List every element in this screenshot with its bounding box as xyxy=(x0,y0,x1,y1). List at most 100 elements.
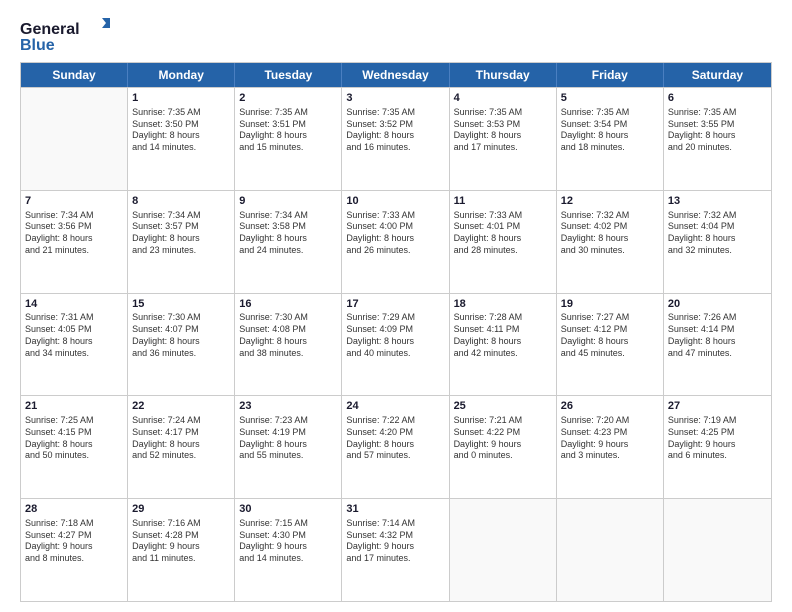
cell-info: Sunrise: 7:22 AMSunset: 4:20 PMDaylight:… xyxy=(346,415,444,462)
calendar-cell xyxy=(664,499,771,601)
cell-info: Sunrise: 7:33 AMSunset: 4:00 PMDaylight:… xyxy=(346,210,444,257)
header-day-thursday: Thursday xyxy=(450,63,557,87)
day-number: 28 xyxy=(25,502,123,517)
day-number: 10 xyxy=(346,194,444,209)
logo: General Blue xyxy=(20,16,110,56)
day-number: 13 xyxy=(668,194,767,209)
cell-info: Sunrise: 7:34 AMSunset: 3:58 PMDaylight:… xyxy=(239,210,337,257)
header-day-wednesday: Wednesday xyxy=(342,63,449,87)
cell-info: Sunrise: 7:25 AMSunset: 4:15 PMDaylight:… xyxy=(25,415,123,462)
cell-info: Sunrise: 7:19 AMSunset: 4:25 PMDaylight:… xyxy=(668,415,767,462)
calendar-cell: 10Sunrise: 7:33 AMSunset: 4:00 PMDayligh… xyxy=(342,191,449,293)
day-number: 31 xyxy=(346,502,444,517)
calendar-cell xyxy=(557,499,664,601)
calendar-cell: 3Sunrise: 7:35 AMSunset: 3:52 PMDaylight… xyxy=(342,88,449,190)
day-number: 17 xyxy=(346,297,444,312)
calendar-week-1: 1Sunrise: 7:35 AMSunset: 3:50 PMDaylight… xyxy=(21,87,771,190)
calendar-cell: 1Sunrise: 7:35 AMSunset: 3:50 PMDaylight… xyxy=(128,88,235,190)
calendar-cell: 13Sunrise: 7:32 AMSunset: 4:04 PMDayligh… xyxy=(664,191,771,293)
day-number: 27 xyxy=(668,399,767,414)
day-number: 19 xyxy=(561,297,659,312)
cell-info: Sunrise: 7:35 AMSunset: 3:51 PMDaylight:… xyxy=(239,107,337,154)
cell-info: Sunrise: 7:23 AMSunset: 4:19 PMDaylight:… xyxy=(239,415,337,462)
cell-info: Sunrise: 7:34 AMSunset: 3:56 PMDaylight:… xyxy=(25,210,123,257)
day-number: 21 xyxy=(25,399,123,414)
day-number: 3 xyxy=(346,91,444,106)
day-number: 11 xyxy=(454,194,552,209)
calendar-week-3: 14Sunrise: 7:31 AMSunset: 4:05 PMDayligh… xyxy=(21,293,771,396)
day-number: 12 xyxy=(561,194,659,209)
calendar-cell: 24Sunrise: 7:22 AMSunset: 4:20 PMDayligh… xyxy=(342,396,449,498)
day-number: 29 xyxy=(132,502,230,517)
cell-info: Sunrise: 7:24 AMSunset: 4:17 PMDaylight:… xyxy=(132,415,230,462)
cell-info: Sunrise: 7:14 AMSunset: 4:32 PMDaylight:… xyxy=(346,518,444,565)
calendar-cell: 30Sunrise: 7:15 AMSunset: 4:30 PMDayligh… xyxy=(235,499,342,601)
day-number: 9 xyxy=(239,194,337,209)
cell-info: Sunrise: 7:31 AMSunset: 4:05 PMDaylight:… xyxy=(25,312,123,359)
calendar-cell: 16Sunrise: 7:30 AMSunset: 4:08 PMDayligh… xyxy=(235,294,342,396)
day-number: 14 xyxy=(25,297,123,312)
day-number: 2 xyxy=(239,91,337,106)
calendar-cell: 18Sunrise: 7:28 AMSunset: 4:11 PMDayligh… xyxy=(450,294,557,396)
day-number: 25 xyxy=(454,399,552,414)
cell-info: Sunrise: 7:34 AMSunset: 3:57 PMDaylight:… xyxy=(132,210,230,257)
cell-info: Sunrise: 7:20 AMSunset: 4:23 PMDaylight:… xyxy=(561,415,659,462)
svg-text:General: General xyxy=(20,21,80,38)
day-number: 18 xyxy=(454,297,552,312)
day-number: 26 xyxy=(561,399,659,414)
cell-info: Sunrise: 7:32 AMSunset: 4:04 PMDaylight:… xyxy=(668,210,767,257)
cell-info: Sunrise: 7:35 AMSunset: 3:53 PMDaylight:… xyxy=(454,107,552,154)
calendar-cell xyxy=(21,88,128,190)
day-number: 5 xyxy=(561,91,659,106)
cell-info: Sunrise: 7:18 AMSunset: 4:27 PMDaylight:… xyxy=(25,518,123,565)
calendar-cell: 27Sunrise: 7:19 AMSunset: 4:25 PMDayligh… xyxy=(664,396,771,498)
day-number: 16 xyxy=(239,297,337,312)
cell-info: Sunrise: 7:35 AMSunset: 3:54 PMDaylight:… xyxy=(561,107,659,154)
calendar-cell: 31Sunrise: 7:14 AMSunset: 4:32 PMDayligh… xyxy=(342,499,449,601)
calendar-week-5: 28Sunrise: 7:18 AMSunset: 4:27 PMDayligh… xyxy=(21,498,771,601)
calendar-cell: 4Sunrise: 7:35 AMSunset: 3:53 PMDaylight… xyxy=(450,88,557,190)
svg-text:Blue: Blue xyxy=(20,37,55,54)
day-number: 8 xyxy=(132,194,230,209)
cell-info: Sunrise: 7:35 AMSunset: 3:55 PMDaylight:… xyxy=(668,107,767,154)
calendar-cell: 21Sunrise: 7:25 AMSunset: 4:15 PMDayligh… xyxy=(21,396,128,498)
day-number: 30 xyxy=(239,502,337,517)
calendar-cell: 9Sunrise: 7:34 AMSunset: 3:58 PMDaylight… xyxy=(235,191,342,293)
header-day-friday: Friday xyxy=(557,63,664,87)
cell-info: Sunrise: 7:29 AMSunset: 4:09 PMDaylight:… xyxy=(346,312,444,359)
cell-info: Sunrise: 7:21 AMSunset: 4:22 PMDaylight:… xyxy=(454,415,552,462)
calendar-cell: 7Sunrise: 7:34 AMSunset: 3:56 PMDaylight… xyxy=(21,191,128,293)
calendar-week-4: 21Sunrise: 7:25 AMSunset: 4:15 PMDayligh… xyxy=(21,395,771,498)
day-number: 23 xyxy=(239,399,337,414)
calendar-cell: 14Sunrise: 7:31 AMSunset: 4:05 PMDayligh… xyxy=(21,294,128,396)
day-number: 22 xyxy=(132,399,230,414)
calendar-cell: 11Sunrise: 7:33 AMSunset: 4:01 PMDayligh… xyxy=(450,191,557,293)
header: General Blue xyxy=(20,16,772,56)
day-number: 6 xyxy=(668,91,767,106)
day-number: 4 xyxy=(454,91,552,106)
day-number: 24 xyxy=(346,399,444,414)
header-day-saturday: Saturday xyxy=(664,63,771,87)
calendar-cell: 15Sunrise: 7:30 AMSunset: 4:07 PMDayligh… xyxy=(128,294,235,396)
cell-info: Sunrise: 7:28 AMSunset: 4:11 PMDaylight:… xyxy=(454,312,552,359)
calendar-cell xyxy=(450,499,557,601)
calendar-cell: 12Sunrise: 7:32 AMSunset: 4:02 PMDayligh… xyxy=(557,191,664,293)
day-number: 20 xyxy=(668,297,767,312)
day-number: 7 xyxy=(25,194,123,209)
calendar-header: SundayMondayTuesdayWednesdayThursdayFrid… xyxy=(21,63,771,87)
cell-info: Sunrise: 7:16 AMSunset: 4:28 PMDaylight:… xyxy=(132,518,230,565)
calendar-cell: 20Sunrise: 7:26 AMSunset: 4:14 PMDayligh… xyxy=(664,294,771,396)
calendar-cell: 5Sunrise: 7:35 AMSunset: 3:54 PMDaylight… xyxy=(557,88,664,190)
calendar-body: 1Sunrise: 7:35 AMSunset: 3:50 PMDaylight… xyxy=(21,87,771,601)
logo-svg: General Blue xyxy=(20,16,110,56)
header-day-sunday: Sunday xyxy=(21,63,128,87)
cell-info: Sunrise: 7:26 AMSunset: 4:14 PMDaylight:… xyxy=(668,312,767,359)
day-number: 15 xyxy=(132,297,230,312)
page: General Blue SundayMondayTuesdayWednesda… xyxy=(0,0,792,612)
calendar-cell: 23Sunrise: 7:23 AMSunset: 4:19 PMDayligh… xyxy=(235,396,342,498)
calendar-cell: 2Sunrise: 7:35 AMSunset: 3:51 PMDaylight… xyxy=(235,88,342,190)
calendar-week-2: 7Sunrise: 7:34 AMSunset: 3:56 PMDaylight… xyxy=(21,190,771,293)
calendar-cell: 28Sunrise: 7:18 AMSunset: 4:27 PMDayligh… xyxy=(21,499,128,601)
calendar-cell: 17Sunrise: 7:29 AMSunset: 4:09 PMDayligh… xyxy=(342,294,449,396)
calendar-cell: 26Sunrise: 7:20 AMSunset: 4:23 PMDayligh… xyxy=(557,396,664,498)
